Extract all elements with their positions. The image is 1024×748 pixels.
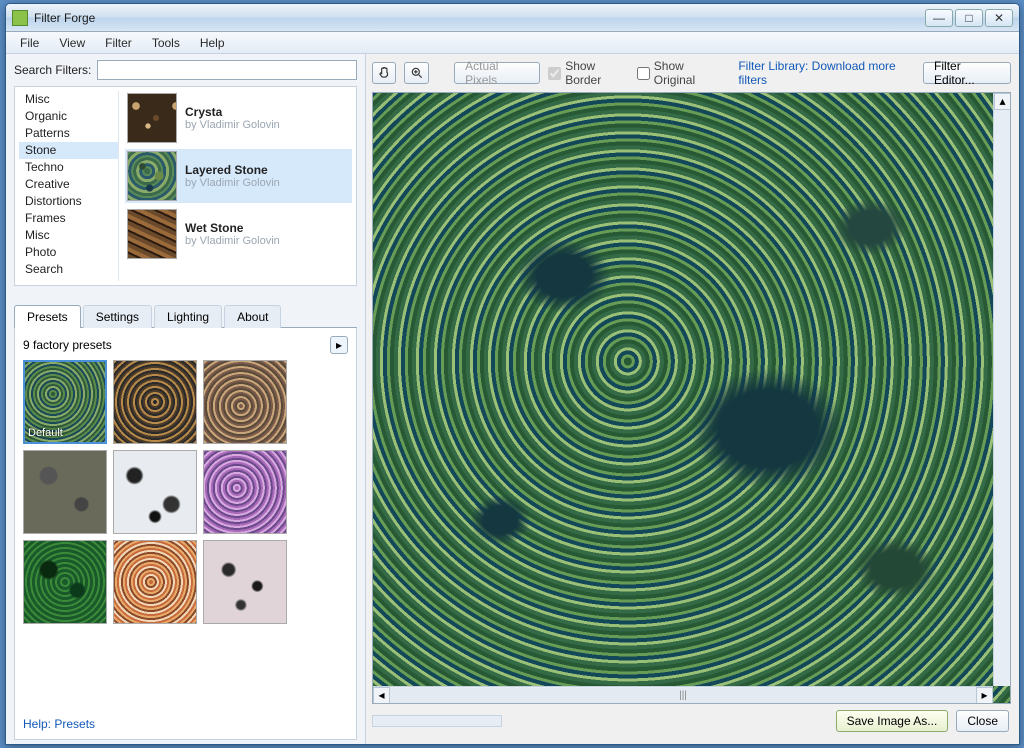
- left-panel: Search Filters: MiscOrganicPatternsStone…: [6, 54, 366, 744]
- preset-item[interactable]: [113, 450, 197, 534]
- scroll-left-icon[interactable]: ◂: [373, 687, 390, 704]
- filter-author: by Vladimir Golovin: [185, 177, 280, 189]
- presets-panel: 9 factory presets ▸ Default Help: Preset…: [14, 328, 357, 740]
- preset-item[interactable]: [203, 450, 287, 534]
- category-item[interactable]: Search: [19, 261, 118, 278]
- scroll-right-icon[interactable]: ▸: [976, 687, 993, 704]
- category-item[interactable]: Frames: [19, 210, 118, 227]
- help-presets-link[interactable]: Help: Presets: [23, 709, 348, 731]
- preset-item[interactable]: [23, 450, 107, 534]
- presets-grid: Default: [23, 360, 348, 624]
- category-list: MiscOrganicPatternsStoneTechnoCreativeDi…: [19, 91, 119, 281]
- preview-image: [373, 93, 1010, 703]
- tab-presets[interactable]: Presets: [14, 305, 81, 328]
- progress-bar: [372, 715, 502, 727]
- category-item[interactable]: Stone: [19, 142, 118, 159]
- search-label: Search Filters:: [14, 63, 91, 77]
- preset-item[interactable]: [203, 360, 287, 444]
- app-window: Filter Forge — □ ✕ File View Filter Tool…: [5, 3, 1020, 745]
- actual-pixels-button[interactable]: Actual Pixels: [454, 62, 540, 84]
- menubar: File View Filter Tools Help: [6, 32, 1019, 54]
- filter-name: Layered Stone: [185, 163, 280, 177]
- category-item[interactable]: Patterns: [19, 125, 118, 142]
- tabs: Presets Settings Lighting About: [14, 304, 357, 328]
- filter-library-link[interactable]: Filter Library: Download more filters: [738, 59, 915, 87]
- filter-item[interactable]: Wet Stoneby Vladimir Golovin: [125, 207, 352, 261]
- category-item[interactable]: Creative: [19, 176, 118, 193]
- category-item[interactable]: My Filters: [19, 278, 118, 281]
- filter-name: Crysta: [185, 105, 280, 119]
- preset-item[interactable]: [113, 540, 197, 624]
- show-original-checkbox[interactable]: Show Original: [637, 59, 723, 87]
- close-button[interactable]: Close: [956, 710, 1009, 732]
- filter-thumbnail: [127, 151, 177, 201]
- presets-next-button[interactable]: ▸: [330, 336, 348, 354]
- right-panel: Actual Pixels Show Border Show Original …: [366, 54, 1019, 744]
- save-image-button[interactable]: Save Image As...: [836, 710, 949, 732]
- search-input[interactable]: [97, 60, 357, 80]
- zoom-tool[interactable]: [404, 62, 428, 84]
- menu-tools[interactable]: Tools: [142, 34, 190, 52]
- menu-view[interactable]: View: [49, 34, 95, 52]
- pan-tool[interactable]: [372, 62, 396, 84]
- category-item[interactable]: Distortions: [19, 193, 118, 210]
- horizontal-scrollbar[interactable]: ◂ ||| ▸: [373, 686, 993, 703]
- filter-name: Wet Stone: [185, 221, 280, 235]
- preset-item[interactable]: [113, 360, 197, 444]
- scroll-up-icon[interactable]: ▴: [994, 93, 1011, 110]
- filter-item[interactable]: Crystaby Vladimir Golovin: [125, 91, 352, 145]
- client-area: Search Filters: MiscOrganicPatternsStone…: [6, 54, 1019, 744]
- preset-item[interactable]: [203, 540, 287, 624]
- preset-item[interactable]: [23, 540, 107, 624]
- filter-thumbnail: [127, 209, 177, 259]
- scrollbar-track[interactable]: |||: [390, 688, 976, 703]
- filter-browser: MiscOrganicPatternsStoneTechnoCreativeDi…: [14, 86, 357, 286]
- tab-lighting[interactable]: Lighting: [154, 305, 222, 328]
- minimize-button[interactable]: —: [925, 9, 953, 27]
- menu-help[interactable]: Help: [190, 34, 235, 52]
- tab-settings[interactable]: Settings: [83, 305, 152, 328]
- filter-item[interactable]: Layered Stoneby Vladimir Golovin: [125, 149, 352, 203]
- show-border-checkbox[interactable]: Show Border: [548, 59, 629, 87]
- category-item[interactable]: Misc: [19, 91, 118, 108]
- filter-author: by Vladimir Golovin: [185, 235, 280, 247]
- filter-editor-button[interactable]: Filter Editor...: [923, 62, 1011, 84]
- titlebar[interactable]: Filter Forge — □ ✕: [6, 4, 1019, 32]
- tab-about[interactable]: About: [224, 305, 281, 328]
- vertical-scrollbar[interactable]: ▴: [993, 93, 1010, 686]
- category-item[interactable]: Photo: [19, 244, 118, 261]
- footer: Save Image As... Close: [372, 704, 1011, 738]
- filter-author: by Vladimir Golovin: [185, 119, 280, 131]
- category-item[interactable]: Techno: [19, 159, 118, 176]
- maximize-button[interactable]: □: [955, 9, 983, 27]
- preview-area[interactable]: ▴ ◂ ||| ▸: [372, 92, 1011, 704]
- presets-header: 9 factory presets: [23, 338, 112, 352]
- category-item[interactable]: Misc: [19, 227, 118, 244]
- preview-toolbar: Actual Pixels Show Border Show Original …: [372, 60, 1011, 86]
- filter-list: Crystaby Vladimir GolovinLayered Stoneby…: [125, 91, 352, 281]
- menu-filter[interactable]: Filter: [95, 34, 142, 52]
- category-item[interactable]: Organic: [19, 108, 118, 125]
- search-row: Search Filters:: [14, 60, 357, 80]
- window-title: Filter Forge: [34, 11, 925, 25]
- preset-label: Default: [28, 427, 63, 439]
- app-icon: [12, 10, 28, 26]
- close-window-button[interactable]: ✕: [985, 9, 1013, 27]
- filter-thumbnail: [127, 93, 177, 143]
- menu-file[interactable]: File: [10, 34, 49, 52]
- preset-item[interactable]: Default: [23, 360, 107, 444]
